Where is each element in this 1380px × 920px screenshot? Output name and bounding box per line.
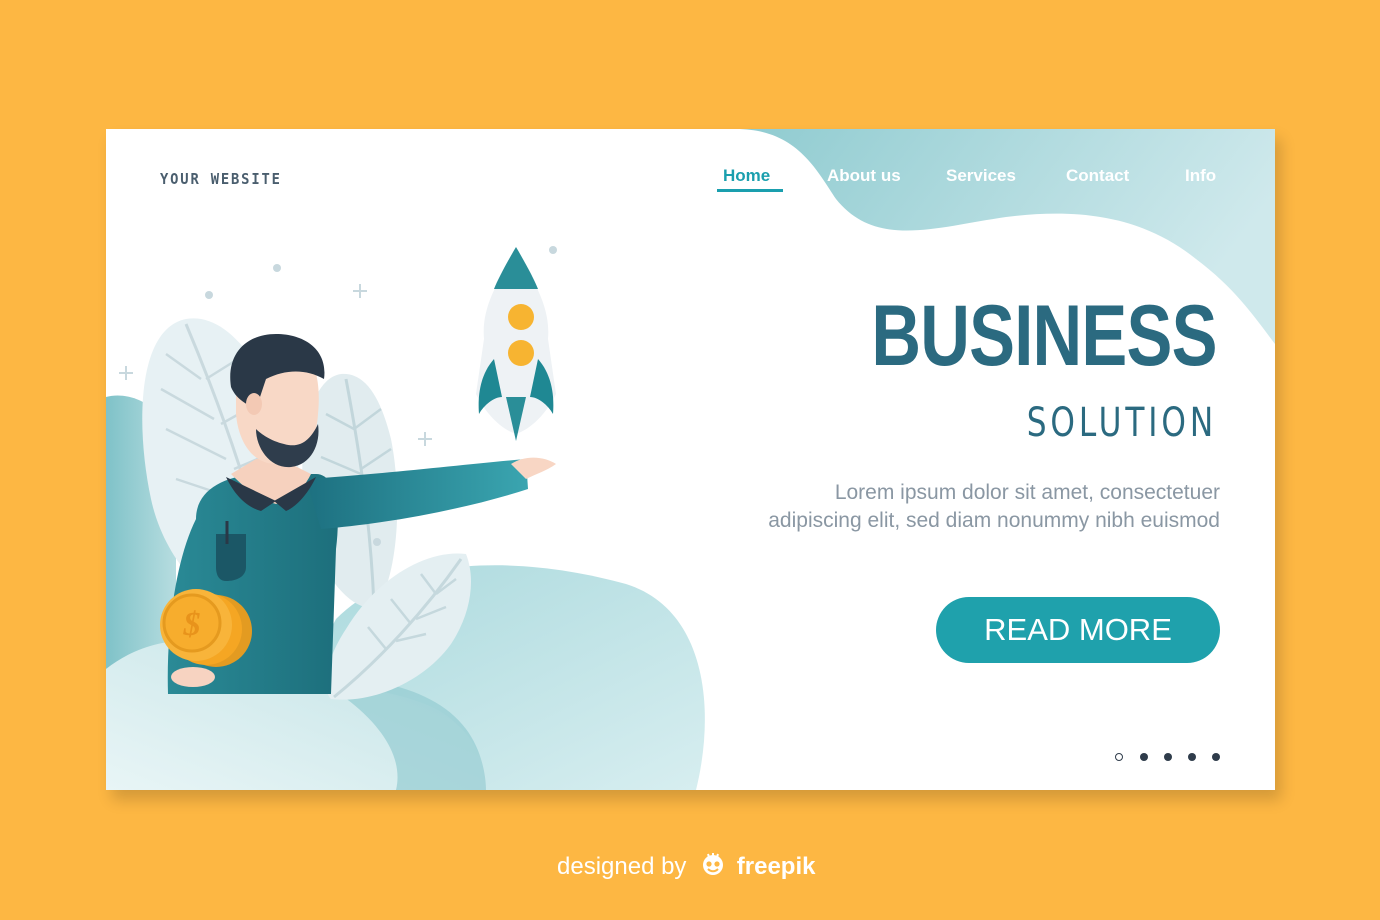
carousel-dot-3[interactable] [1164,753,1172,761]
site-brand[interactable]: YOUR WEBSITE [160,170,282,188]
carousel-dot-5[interactable] [1212,753,1220,761]
attribution-credit: designed by freepik [557,852,815,881]
page-background: $ YOUR WEBSITE Home About us Services Co… [0,0,1380,920]
credit-prefix: designed by [557,853,687,880]
carousel-pagination [1115,753,1225,765]
nav-home-underline [717,189,783,192]
carousel-dot-4[interactable] [1188,753,1196,761]
carousel-dot-2[interactable] [1140,753,1148,761]
rocket-icon [476,247,556,441]
nav-home[interactable]: Home [723,166,770,186]
hero-description: Lorem ipsum dolor sit amet, consectetuer… [768,481,1220,532]
hero-illustration: $ [106,129,1275,790]
hero-subtitle: SOLUTION [1026,400,1217,446]
credit-brand[interactable]: freepik [737,853,816,880]
hero-title: BUSINESS [871,288,1218,384]
nav-info[interactable]: Info [1185,166,1216,186]
svg-text:$: $ [183,606,201,643]
nav-services[interactable]: Services [946,166,1016,186]
landing-page-card: $ YOUR WEBSITE Home About us Services Co… [106,129,1275,790]
carousel-dot-1[interactable] [1115,753,1123,761]
nav-contact[interactable]: Contact [1066,166,1129,186]
read-more-button[interactable]: READ MORE [936,597,1220,663]
freepik-logo-icon [703,853,724,875]
nav-about-us[interactable]: About us [827,166,901,186]
